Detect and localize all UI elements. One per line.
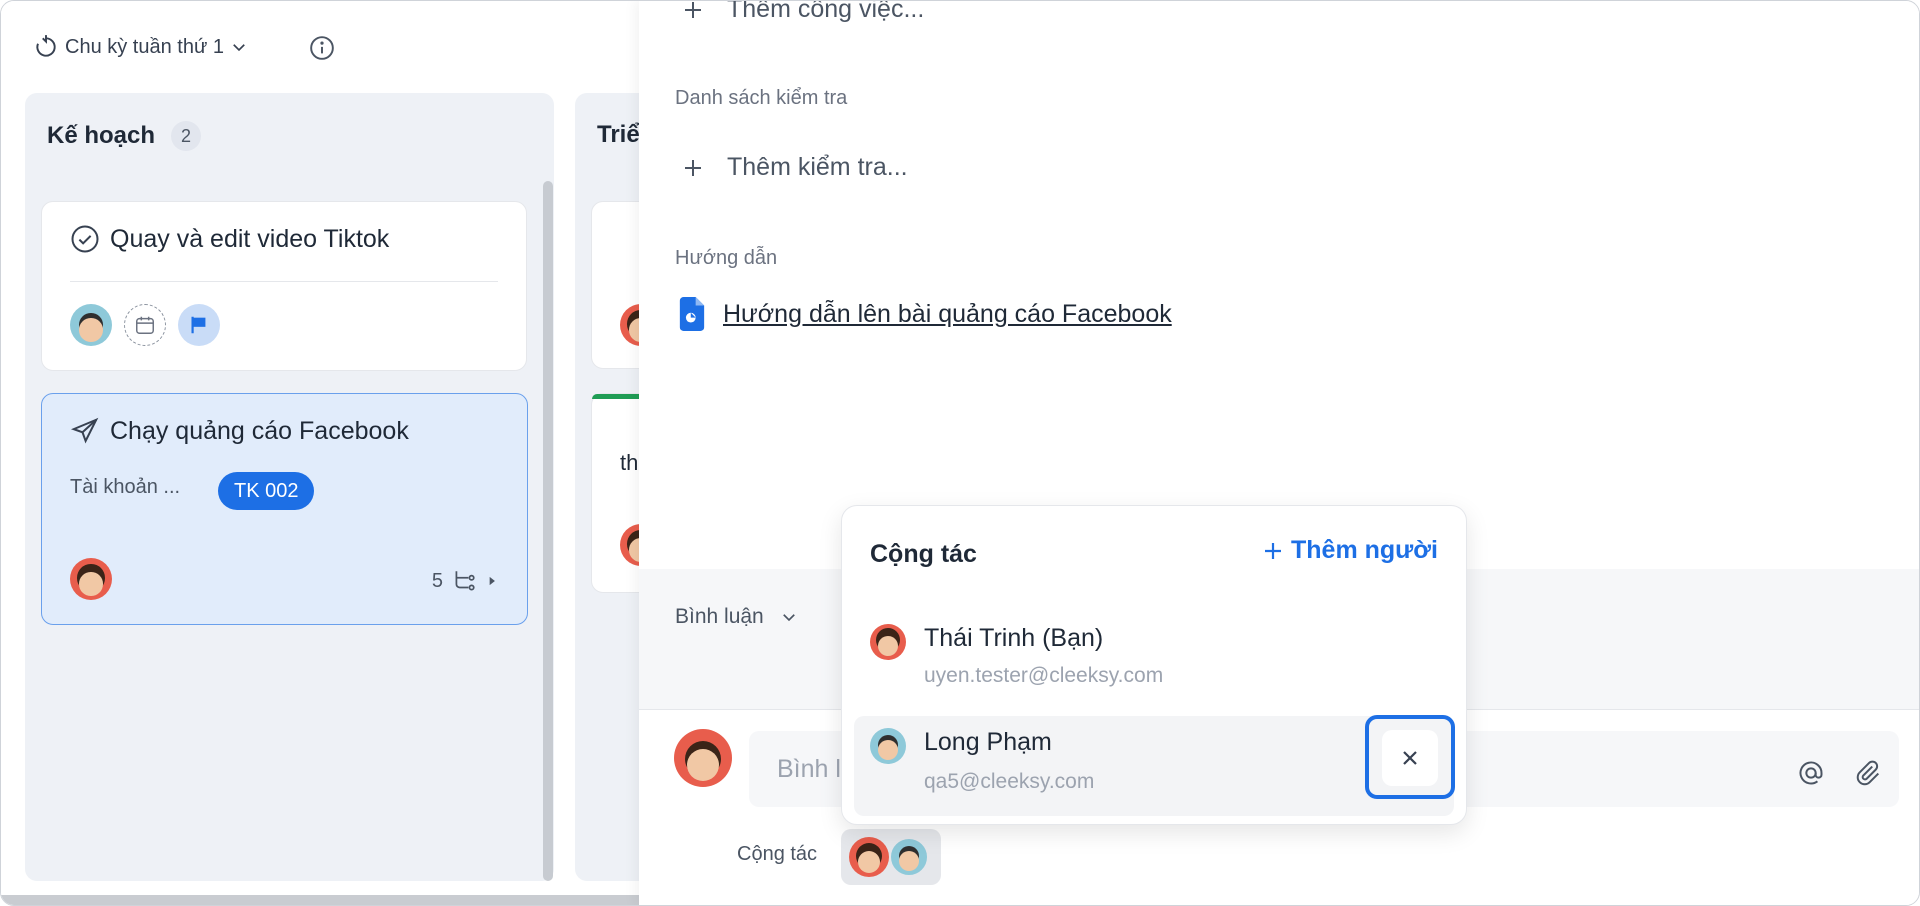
- cycle-label: Chu kỳ tuần thứ 1: [65, 35, 225, 58]
- kanban-board: Chu kỳ tuần thứ 1 Kế hoạch 2 Quay và edi…: [1, 1, 695, 905]
- member-name: Thái Trinh (Bạn): [924, 624, 1104, 652]
- card-title-text: Quay và edit video Tiktok: [110, 224, 390, 253]
- column-scrollbar[interactable]: [543, 181, 553, 881]
- collaborator-avatar: [889, 837, 929, 877]
- member-email: uyen.tester@cleeksy.com: [924, 664, 1164, 687]
- column-title: Kế hoạch 2: [47, 121, 202, 151]
- app-window: Chu kỳ tuần thứ 1 Kế hoạch 2 Quay và edi…: [0, 0, 1920, 906]
- check-circle-icon[interactable]: [70, 224, 100, 254]
- add-checklist-button[interactable]: Thêm kiểm tra...: [681, 153, 908, 182]
- calendar-icon: [136, 316, 154, 334]
- collaborators-label: Cộng tác: [737, 843, 818, 865]
- member-row: Long Phạm qa5@cleeksy.com: [854, 716, 1454, 816]
- column-ke-hoach: Kế hoạch 2 Quay và edit video Tiktok Chạ…: [25, 93, 554, 881]
- plus-icon: [685, 159, 701, 176]
- comments-label: Bình luận: [675, 605, 764, 628]
- info-icon[interactable]: [309, 35, 335, 61]
- assignee-avatar[interactable]: [70, 558, 112, 600]
- mention-icon[interactable]: [1797, 759, 1825, 787]
- task-card[interactable]: Quay và edit video Tiktok: [41, 201, 527, 371]
- assignee-avatar[interactable]: [70, 304, 112, 346]
- plus-icon: [685, 1, 701, 18]
- popover-title: Cộng tác: [870, 540, 977, 568]
- add-person-button[interactable]: Thêm người: [1261, 536, 1438, 565]
- flag-icon: [191, 316, 206, 334]
- priority-button[interactable]: [178, 304, 220, 346]
- due-date-button[interactable]: [124, 304, 166, 346]
- horizontal-scrollbar[interactable]: [1, 895, 641, 905]
- current-user-avatar: [674, 729, 732, 787]
- add-task-label: Thêm công việc...: [727, 0, 925, 23]
- document-icon: [679, 297, 705, 331]
- column-title-text: Triể: [597, 121, 640, 148]
- add-person-label: Thêm người: [1291, 536, 1438, 564]
- member-name: Long Phạm: [924, 728, 1052, 756]
- card-title: Chạy quảng cáo Facebook: [70, 416, 409, 446]
- caret-right-icon: [489, 576, 495, 586]
- account-badge: TK 002: [218, 472, 315, 510]
- subtask-counter[interactable]: 5: [432, 568, 499, 594]
- cycle-icon: [36, 35, 56, 57]
- subtask-count: 5: [431, 569, 443, 592]
- add-check-label: Thêm kiểm tra...: [727, 153, 908, 181]
- collaborator-avatar: [849, 837, 889, 877]
- card-divider: [70, 281, 498, 282]
- member-avatar: [870, 624, 906, 660]
- chevron-down-icon: [782, 614, 795, 622]
- collaborators-popover: Cộng tác Thêm người Thái Trinh (Bạn) uye…: [841, 505, 1467, 825]
- add-task-button[interactable]: Thêm công việc...: [681, 0, 925, 24]
- task-card-selected[interactable]: Chạy quảng cáo Facebook Tài khoản ... TK…: [41, 393, 528, 625]
- collaborators-avatars-button[interactable]: [841, 829, 941, 885]
- guide-link-text: Hướng dẫn lên bài quảng cáo Facebook: [723, 299, 1172, 328]
- guide-document-link[interactable]: Hướng dẫn lên bài quảng cáo Facebook: [677, 297, 1172, 331]
- cycle-selector[interactable]: Chu kỳ tuần thứ 1: [33, 33, 248, 61]
- send-icon: [70, 417, 99, 444]
- card-title: Quay và edit video Tiktok: [70, 224, 389, 254]
- close-icon: [1403, 751, 1417, 765]
- attachment-icon[interactable]: [1853, 759, 1881, 787]
- guide-section-label: Hướng dẫn: [675, 247, 778, 269]
- chevron-down-icon: [233, 44, 245, 52]
- card-title-text: Chạy quảng cáo Facebook: [110, 416, 409, 445]
- column-count-badge: 2: [171, 121, 202, 151]
- plus-icon: [1265, 542, 1281, 559]
- comments-toggle[interactable]: Bình luận: [675, 605, 798, 629]
- member-avatar: [870, 728, 906, 764]
- member-row: Thái Trinh (Bạn) uyen.tester@cleeksy.com: [854, 608, 1454, 708]
- member-email: qa5@cleeksy.com: [924, 770, 1095, 793]
- card-title-text: th: [620, 450, 639, 475]
- checklist-section-label: Danh sách kiểm tra: [675, 87, 848, 109]
- subtask-icon: [455, 571, 475, 591]
- column-title-text: Kế hoạch: [47, 122, 156, 149]
- remove-member-button[interactable]: [1382, 730, 1438, 786]
- account-label: Tài khoản ...: [70, 476, 181, 498]
